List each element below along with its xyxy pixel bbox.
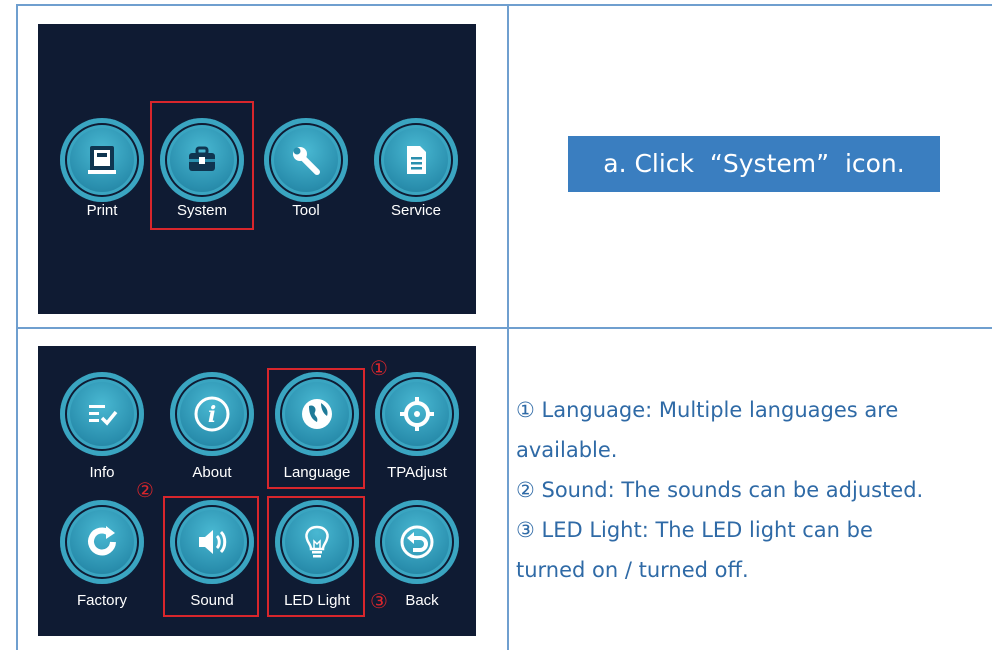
table-divider-horizontal xyxy=(16,327,992,329)
factory-label: Factory xyxy=(76,592,127,609)
factory-button[interactable] xyxy=(60,500,144,584)
desc-line-5: turned on / turned off. xyxy=(516,558,749,582)
desc-line-4: ③ LED Light: The LED light can be xyxy=(516,518,873,542)
language-highlight xyxy=(267,368,365,489)
desc-line-2: available. xyxy=(516,438,618,462)
print-button[interactable] xyxy=(60,118,144,202)
service-label: Service xyxy=(390,202,442,219)
system-highlight xyxy=(150,101,254,230)
tpadjust-label: TPAdjust xyxy=(387,464,447,481)
tpadjust-button[interactable] xyxy=(375,372,459,456)
info-button[interactable] xyxy=(60,372,144,456)
svg-text:i: i xyxy=(208,402,216,428)
print-label: Print xyxy=(86,202,118,219)
tool-button[interactable] xyxy=(264,118,348,202)
back-arrow-icon xyxy=(397,522,437,562)
table-border-top xyxy=(16,4,992,6)
about-label: About xyxy=(192,464,232,481)
info-icon: i xyxy=(192,394,232,434)
marker-2: ② xyxy=(136,478,154,502)
desc-line-3: ② Sound: The sounds can be adjusted. xyxy=(516,478,924,502)
led-light-highlight xyxy=(267,496,365,617)
sound-highlight xyxy=(163,496,259,617)
wrench-icon xyxy=(288,142,324,178)
back-label: Back xyxy=(405,592,439,609)
list-check-icon xyxy=(84,396,120,432)
step-a-banner: a. Click “System” icon. xyxy=(568,136,940,192)
tool-label: Tool xyxy=(292,202,320,219)
marker-1: ① xyxy=(370,356,388,380)
crosshair-icon xyxy=(397,394,437,434)
printer-icon xyxy=(84,142,120,178)
system-options-description: ① Language: Multiple languages are avail… xyxy=(516,390,986,590)
back-button[interactable] xyxy=(375,500,459,584)
refresh-icon xyxy=(82,522,122,562)
document-icon xyxy=(398,142,434,178)
about-button[interactable]: i xyxy=(170,372,254,456)
service-button[interactable] xyxy=(374,118,458,202)
desc-line-1: ① Language: Multiple languages are xyxy=(516,398,899,422)
